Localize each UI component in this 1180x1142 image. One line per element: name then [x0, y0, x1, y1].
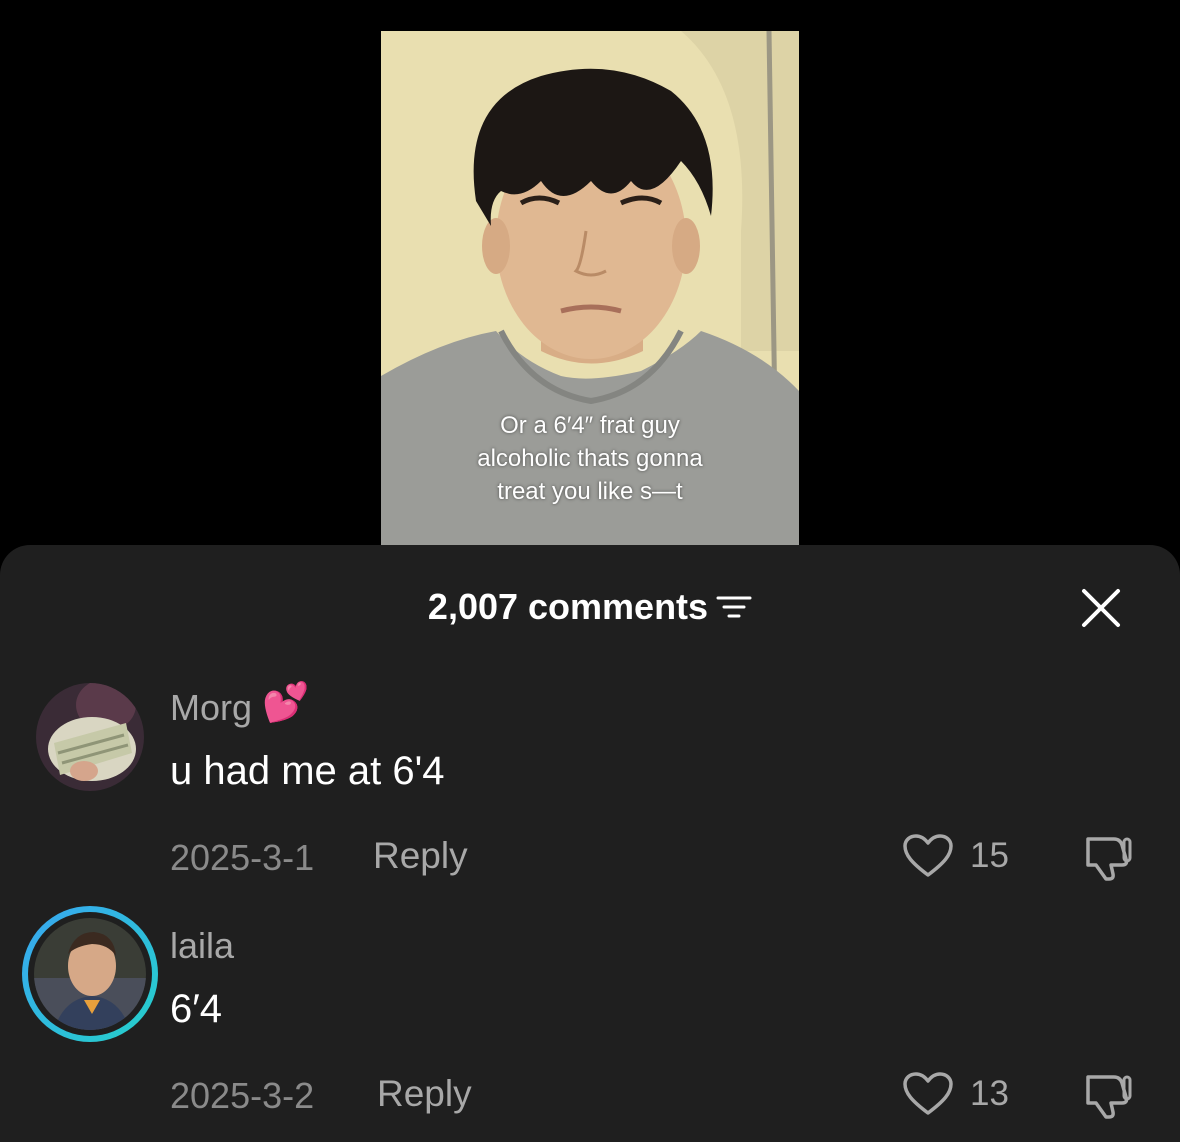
avatar-image [36, 683, 144, 791]
heart-icon [903, 834, 953, 877]
avatar-story-ring[interactable] [22, 906, 158, 1042]
reply-button[interactable]: Reply [377, 1073, 472, 1115]
heart-icon [903, 1072, 953, 1115]
comment-date: 2025-3-2 [170, 1075, 315, 1116]
dislike-icon[interactable] [1082, 1069, 1134, 1121]
reply-button[interactable]: Reply [373, 835, 468, 877]
filter-icon[interactable] [716, 592, 752, 622]
like-count: 15 [970, 836, 1009, 875]
avatar[interactable] [36, 683, 144, 791]
close-icon[interactable] [1078, 585, 1124, 631]
comments-sheet: 2,007 comments Morg 💕 u had me at 6'4 20… [0, 545, 1180, 1142]
dislike-icon[interactable] [1082, 831, 1134, 883]
avatar-image [34, 918, 146, 1030]
comment-text: u had me at 6'4 [170, 749, 445, 793]
comment-username[interactable]: laila [170, 925, 234, 967]
like-count: 13 [970, 1074, 1009, 1113]
like-button[interactable]: 15 [902, 833, 1009, 879]
caption-line: treat you like s—t [497, 478, 683, 505]
caption-line: Or a 6′4″ frat guy [500, 412, 680, 439]
comment-date: 2025-3-1 [170, 837, 315, 878]
video-player[interactable]: Or a 6′4″ frat guy alcoholic thats gonna… [381, 31, 799, 545]
comment-username[interactable]: Morg [170, 687, 252, 729]
caption-line: alcoholic thats gonna [477, 445, 703, 472]
comment-text: 6′4 [170, 987, 222, 1031]
heart-emoji: 💕 [262, 682, 310, 724]
video-caption: Or a 6′4″ frat guy alcoholic thats gonna… [381, 409, 799, 508]
comments-header: 2,007 comments [0, 583, 1180, 631]
like-button[interactable]: 13 [902, 1071, 1009, 1117]
comments-count-title: 2,007 comments [427, 586, 709, 627]
